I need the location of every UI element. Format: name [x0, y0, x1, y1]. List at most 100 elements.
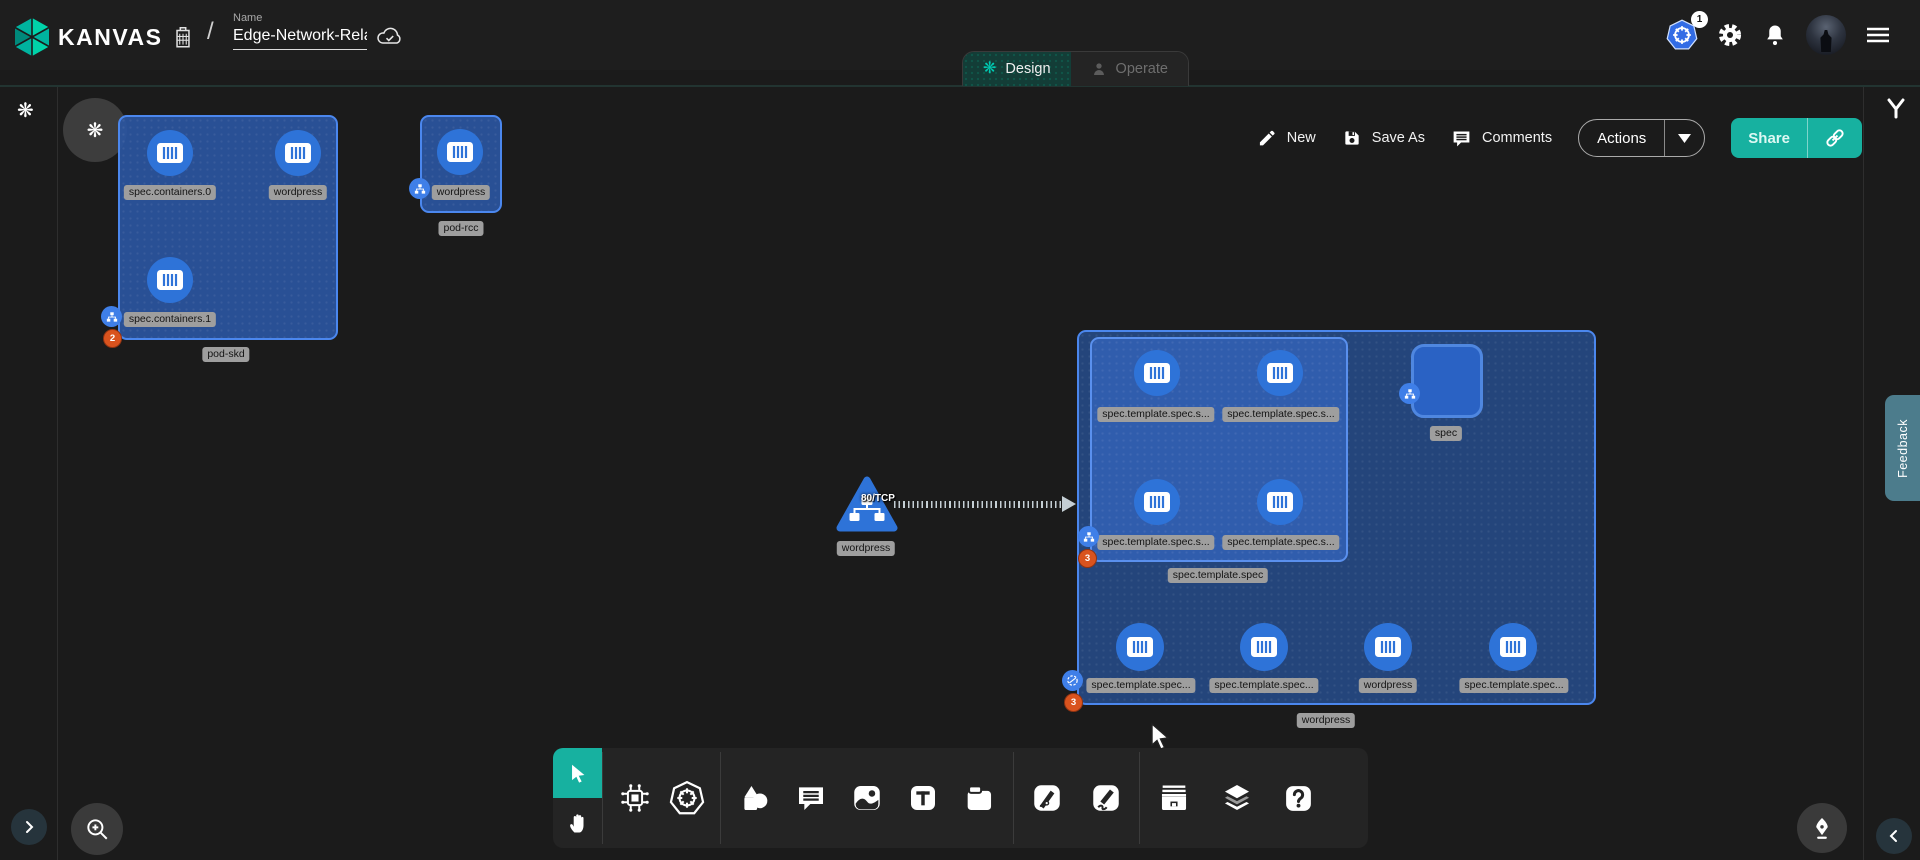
question-mark-icon — [1282, 782, 1315, 815]
left-rail-divider — [57, 87, 58, 860]
new-button-label: New — [1287, 130, 1316, 146]
sticky-note-icon — [962, 781, 996, 815]
select-tool-button[interactable] — [553, 748, 602, 798]
container-icon — [1125, 635, 1155, 659]
node-template-container[interactable] — [1134, 350, 1180, 396]
design-name-field[interactable]: Name Edge-Network-Relatio — [233, 12, 367, 50]
expand-left-panel-button[interactable] — [11, 809, 47, 845]
save-as-button-label: Save As — [1372, 130, 1425, 146]
comment-tool-button[interactable] — [795, 782, 827, 814]
magnifier-plus-icon — [84, 816, 110, 842]
save-as-button[interactable]: Save As — [1342, 128, 1425, 148]
container-icon — [155, 141, 185, 165]
template-relationship-badge[interactable] — [1078, 526, 1099, 547]
operate-person-icon — [1091, 61, 1107, 77]
node-label: wordpress — [269, 185, 327, 200]
edge-arrowhead-icon — [1062, 496, 1076, 512]
collapse-right-panel-button[interactable] — [1876, 818, 1912, 854]
node-label-spec: spec — [1430, 426, 1462, 441]
mouse-cursor — [1148, 722, 1174, 755]
actions-split-button[interactable]: Actions — [1578, 119, 1705, 157]
hamburger-menu-icon[interactable] — [1864, 23, 1892, 47]
component-library-button[interactable] — [618, 781, 652, 815]
actions-button-label[interactable]: Actions — [1579, 130, 1664, 147]
shapes-icon — [738, 781, 772, 815]
notifications-bell-icon[interactable] — [1762, 22, 1788, 48]
pen-tool-button[interactable] — [1030, 781, 1064, 815]
share-split-button[interactable]: Share — [1731, 118, 1862, 158]
avatar[interactable] — [1806, 15, 1846, 55]
kanvas-logo[interactable]: KANVAS — [14, 17, 162, 57]
node-template-container[interactable] — [1257, 350, 1303, 396]
share-button-label[interactable]: Share — [1731, 130, 1807, 147]
deployment-relationship-badge[interactable] — [1062, 670, 1083, 691]
settings-gear-icon[interactable] — [1716, 21, 1744, 49]
group-spec-template-spec[interactable] — [1090, 337, 1348, 562]
node-service-wordpress[interactable] — [836, 476, 898, 539]
vector-pen-icon — [1030, 781, 1064, 815]
kubernetes-context-icon[interactable]: 1 — [1666, 19, 1698, 51]
node-label: wordpress — [1359, 678, 1417, 693]
node-wordpress-container[interactable] — [275, 130, 321, 176]
kanvas-logo-icon — [14, 17, 50, 57]
shapes-button[interactable] — [738, 781, 772, 815]
group-label-pod-skd: pod-skd — [202, 347, 249, 362]
node-label: spec.template.spec.s... — [1222, 535, 1339, 550]
archive-drawer-button[interactable] — [1156, 781, 1192, 815]
feedback-tab[interactable]: Feedback — [1885, 395, 1920, 501]
organization-icon[interactable] — [170, 24, 196, 50]
image-tool-button[interactable] — [850, 781, 884, 815]
node-template-container[interactable] — [1257, 479, 1303, 525]
spec-relationship-badge[interactable] — [1399, 383, 1420, 404]
yaml-panel-icon[interactable] — [1885, 97, 1907, 126]
actions-dropdown-caret[interactable] — [1665, 134, 1704, 143]
network-icon — [414, 183, 426, 195]
tab-design[interactable]: ❋ Design — [963, 52, 1071, 86]
edge-port-label: 80/TCP — [861, 493, 895, 504]
pan-tool-button[interactable] — [553, 798, 602, 848]
design-spiral-icon: ❋ — [983, 61, 996, 77]
service-edge[interactable] — [894, 501, 1064, 508]
network-icon — [1083, 531, 1095, 543]
new-button[interactable]: New — [1257, 128, 1316, 148]
utility-group — [1140, 748, 1331, 848]
node-template-container[interactable] — [1489, 623, 1537, 671]
container-icon — [1373, 635, 1403, 659]
kubernetes-wheel-icon — [669, 780, 705, 816]
right-rail-divider — [1863, 87, 1864, 860]
node-spec-containers-0[interactable] — [147, 130, 193, 176]
node-template-container[interactable] — [1116, 623, 1164, 671]
logo-text: KANVAS — [58, 24, 162, 51]
canvas-top-border — [0, 85, 1920, 87]
zoom-button[interactable] — [71, 803, 123, 855]
copy-link-icon[interactable] — [1808, 126, 1862, 150]
comments-button[interactable]: Comments — [1451, 128, 1552, 149]
template-count-badge[interactable]: 3 — [1078, 549, 1097, 568]
deployment-count-badge[interactable]: 3 — [1064, 693, 1083, 712]
help-button[interactable] — [1282, 782, 1315, 815]
pod-skd-count-badge[interactable]: 2 — [103, 329, 122, 348]
layers-button[interactable] — [1219, 781, 1255, 815]
drawer-icon — [1156, 781, 1192, 815]
node-template-container[interactable] — [1240, 623, 1288, 671]
node-spec[interactable] — [1411, 344, 1483, 418]
hand-icon — [566, 811, 590, 835]
pod-relationship-badge[interactable] — [101, 306, 122, 327]
meshery-spinner-icon[interactable]: ❋ — [17, 98, 34, 123]
node-template-container[interactable] — [1134, 479, 1180, 525]
node-spec-containers-1[interactable] — [147, 257, 193, 303]
design-name-value[interactable]: Edge-Network-Relatio — [233, 24, 367, 50]
container-icon — [445, 140, 475, 164]
container-icon — [1142, 361, 1172, 385]
text-tool-button[interactable] — [907, 782, 939, 814]
node-wordpress-container[interactable] — [1364, 623, 1412, 671]
node-wordpress-container[interactable] — [437, 129, 483, 175]
tab-operate[interactable]: Operate — [1071, 52, 1188, 86]
sticky-note-button[interactable] — [962, 781, 996, 815]
pod-relationship-badge[interactable] — [409, 178, 430, 199]
node-label: spec.template.spec... — [1209, 678, 1318, 693]
node-label: wordpress — [837, 541, 895, 556]
freehand-draw-button[interactable] — [1089, 781, 1123, 815]
kubernetes-components-button[interactable] — [669, 780, 705, 816]
ink-pen-button[interactable] — [1797, 803, 1847, 853]
